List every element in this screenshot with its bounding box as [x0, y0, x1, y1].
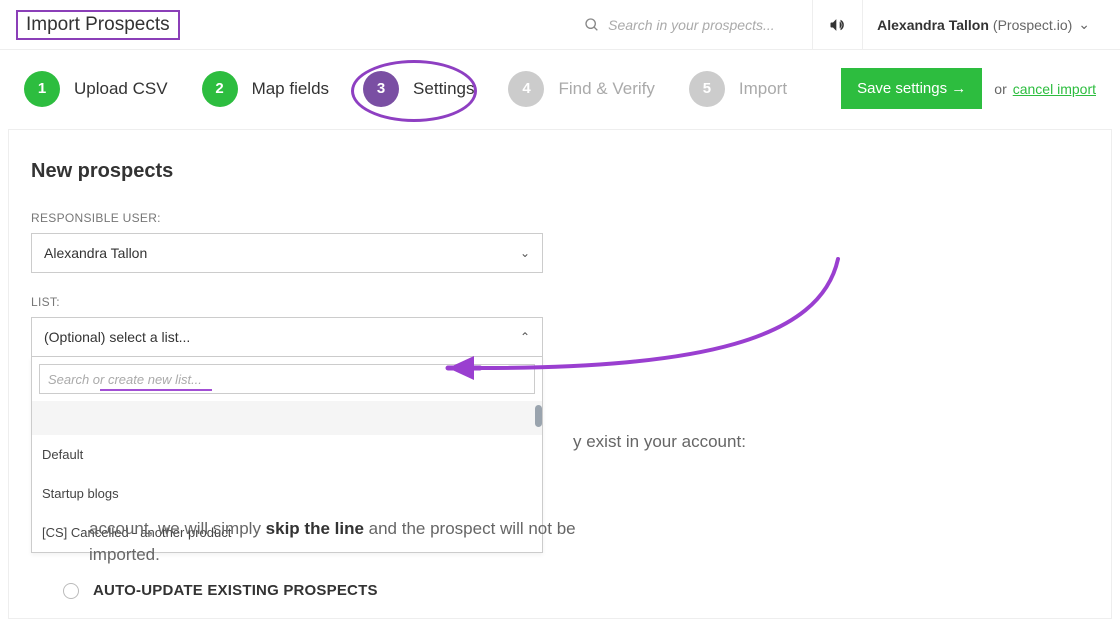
step-upload-csv[interactable]: 1 Upload CSV — [24, 71, 168, 107]
chevron-down-icon: ⌄ — [520, 246, 530, 260]
list-placeholder: (Optional) select a list... — [44, 329, 190, 345]
cancel-import-link[interactable]: cancel import — [1013, 81, 1096, 97]
step-label: Settings — [413, 79, 474, 99]
responsible-user-label: RESPONSIBLE USER: — [31, 211, 1089, 225]
step-label: Import — [739, 79, 787, 99]
responsible-user-select[interactable]: Alexandra Tallon ⌄ — [31, 233, 543, 273]
auto-update-radio[interactable]: AUTO-UPDATE EXISTING PROSPECTS — [63, 582, 378, 599]
search-input[interactable] — [608, 17, 788, 33]
list-select[interactable]: (Optional) select a list... ⌃ — [31, 317, 543, 357]
announcements-button[interactable] — [813, 0, 863, 49]
list-option[interactable]: Default — [32, 435, 542, 474]
skip-bold: skip the line — [266, 519, 364, 538]
step-number: 5 — [689, 71, 725, 107]
page-title-highlight: Import Prospects — [16, 10, 180, 40]
section-title: New prospects — [31, 160, 1089, 183]
user-org: (Prospect.io) — [993, 17, 1072, 33]
step-map-fields[interactable]: 2 Map fields — [202, 71, 329, 107]
step-label: Upload CSV — [74, 79, 168, 99]
step-number: 3 — [363, 71, 399, 107]
save-settings-button[interactable]: Save settings → — [841, 68, 982, 109]
list-label: LIST: — [31, 295, 1089, 309]
settings-panel: New prospects RESPONSIBLE USER: Alexandr… — [8, 129, 1112, 619]
step-label: Map fields — [252, 79, 329, 99]
existing-prospects-fragment: y exist in your account: — [573, 432, 746, 452]
scrollbar-thumb[interactable] — [535, 405, 542, 427]
skip-line-text: account, we will simply skip the line an… — [89, 516, 609, 567]
responsible-user-value: Alexandra Tallon — [44, 245, 147, 261]
megaphone-icon — [828, 15, 848, 35]
radio-icon — [63, 583, 79, 599]
step-import: 5 Import — [689, 71, 787, 107]
step-label: Find & Verify — [558, 79, 654, 99]
auto-update-label: AUTO-UPDATE EXISTING PROSPECTS — [93, 582, 378, 599]
chevron-down-icon: ⌄ — [1078, 16, 1090, 33]
chevron-up-icon: ⌃ — [520, 330, 530, 344]
step-number: 2 — [202, 71, 238, 107]
step-number: 1 — [24, 71, 60, 107]
annotation-underline — [100, 389, 212, 391]
list-option[interactable]: Startup blogs — [32, 474, 542, 513]
dropdown-spacer — [32, 401, 542, 435]
page-title: Import Prospects — [26, 14, 170, 36]
user-name: Alexandra Tallon — [877, 17, 989, 33]
user-menu[interactable]: Alexandra Tallon (Prospect.io) ⌄ — [863, 0, 1104, 49]
search-icon — [584, 17, 600, 33]
step-find-verify: 4 Find & Verify — [508, 71, 654, 107]
or-text: or — [994, 81, 1006, 97]
global-search[interactable] — [584, 0, 813, 49]
skip-part1: account, we will simply — [89, 519, 266, 538]
step-number: 4 — [508, 71, 544, 107]
wizard-stepper: 1 Upload CSV 2 Map fields 3 Settings 4 F… — [0, 50, 1120, 129]
step-settings[interactable]: 3 Settings — [363, 71, 474, 107]
